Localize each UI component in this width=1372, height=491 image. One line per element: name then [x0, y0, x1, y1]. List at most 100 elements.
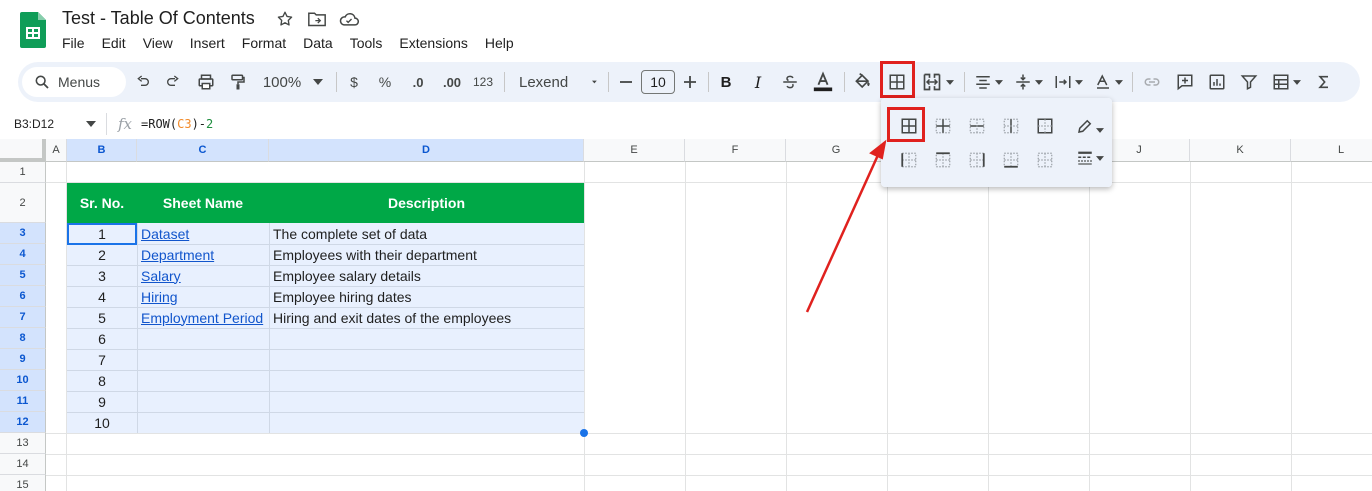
horizontal-align-button[interactable]: [970, 62, 1006, 102]
row-header-6[interactable]: 6: [0, 286, 46, 307]
inner-borders-option[interactable]: [931, 114, 955, 138]
border-style-option[interactable]: [1073, 146, 1107, 170]
menu-extensions[interactable]: Extensions: [399, 35, 467, 51]
strikethrough-button[interactable]: [779, 62, 801, 102]
row-header-8[interactable]: 8: [0, 328, 46, 349]
print-button[interactable]: [194, 62, 218, 102]
search-menus-input[interactable]: Menus: [22, 67, 126, 97]
bold-button[interactable]: B: [716, 62, 736, 102]
italic-button[interactable]: I: [748, 62, 768, 102]
bottom-border-option[interactable]: [999, 148, 1023, 172]
cell-d5[interactable]: Employee salary details: [269, 265, 584, 286]
cell-c7-link[interactable]: Employment Period: [137, 307, 269, 328]
row-header-10[interactable]: 10: [0, 370, 46, 391]
column-header-c[interactable]: C: [137, 139, 269, 162]
row-header-14[interactable]: 14: [0, 454, 46, 475]
horizontal-borders-option[interactable]: [965, 114, 989, 138]
increase-decimal-button[interactable]: .00: [437, 62, 467, 102]
menu-tools[interactable]: Tools: [350, 35, 383, 51]
document-title[interactable]: Test - Table Of Contents: [62, 8, 255, 29]
column-header-e[interactable]: E: [584, 139, 685, 162]
insert-link-button[interactable]: [1140, 62, 1164, 102]
percent-format-button[interactable]: %: [375, 62, 395, 102]
cell-d12[interactable]: [269, 412, 584, 433]
menu-insert[interactable]: Insert: [190, 35, 225, 51]
zoom-select[interactable]: 100%: [260, 62, 326, 102]
row-header-5[interactable]: 5: [0, 265, 46, 286]
formula-input[interactable]: =ROW(C3)-2: [141, 117, 213, 131]
row-header-1[interactable]: 1: [0, 162, 46, 183]
cell-c5-link[interactable]: Salary: [137, 265, 269, 286]
cell-b5[interactable]: 3: [67, 265, 137, 286]
cell-c11[interactable]: [137, 391, 269, 412]
redo-button[interactable]: [162, 62, 184, 102]
cell-d4[interactable]: Employees with their department: [269, 244, 584, 265]
cell-c4-link[interactable]: Department: [137, 244, 269, 265]
cell-b11[interactable]: 9: [67, 391, 137, 412]
outer-borders-option[interactable]: [1033, 114, 1057, 138]
cell-d11[interactable]: [269, 391, 584, 412]
vertical-borders-option[interactable]: [999, 114, 1023, 138]
insert-comment-button[interactable]: [1173, 62, 1197, 102]
merge-cells-button[interactable]: [918, 62, 958, 102]
cell-d10[interactable]: [269, 370, 584, 391]
row-header-13[interactable]: 13: [0, 433, 46, 454]
select-all-corner[interactable]: [0, 139, 46, 162]
row-header-15[interactable]: 15: [0, 475, 46, 491]
row-header-7[interactable]: 7: [0, 307, 46, 328]
row-header-12[interactable]: 12: [0, 412, 46, 433]
fill-handle[interactable]: [580, 429, 588, 437]
column-header-a[interactable]: A: [46, 139, 67, 162]
row-header-9[interactable]: 9: [0, 349, 46, 370]
font-size-input[interactable]: 10: [641, 70, 675, 94]
insert-chart-button[interactable]: [1205, 62, 1229, 102]
cloud-saved-icon[interactable]: [338, 9, 360, 29]
menu-data[interactable]: Data: [303, 35, 333, 51]
cell-d3[interactable]: The complete set of data: [269, 223, 584, 244]
decrease-font-size-button[interactable]: [616, 62, 636, 102]
cell-d6[interactable]: Employee hiring dates: [269, 286, 584, 307]
undo-button[interactable]: [132, 62, 154, 102]
top-border-option[interactable]: [931, 148, 955, 172]
cell-b12[interactable]: 10: [67, 412, 137, 433]
border-color-option[interactable]: [1073, 114, 1107, 138]
cell-c3-link[interactable]: Dataset: [137, 223, 269, 244]
column-header-g[interactable]: G: [786, 139, 887, 162]
menu-file[interactable]: File: [62, 35, 85, 51]
row-header-4[interactable]: 4: [0, 244, 46, 265]
cell-b10[interactable]: 8: [67, 370, 137, 391]
create-filter-button[interactable]: [1237, 62, 1261, 102]
cell-c9[interactable]: [137, 349, 269, 370]
left-border-option[interactable]: [897, 148, 921, 172]
cell-d7[interactable]: Hiring and exit dates of the employees: [269, 307, 584, 328]
row-header-2[interactable]: 2: [0, 183, 46, 223]
cell-d9[interactable]: [269, 349, 584, 370]
row-header-11[interactable]: 11: [0, 391, 46, 412]
text-rotation-button[interactable]: [1090, 62, 1126, 102]
cell-c10[interactable]: [137, 370, 269, 391]
cell-d8[interactable]: [269, 328, 584, 349]
cell-b4[interactable]: 2: [67, 244, 137, 265]
cell-c6-link[interactable]: Hiring: [137, 286, 269, 307]
functions-button[interactable]: [1312, 62, 1336, 102]
text-wrapping-button[interactable]: [1050, 62, 1086, 102]
move-folder-icon[interactable]: [306, 9, 328, 29]
sheets-logo-icon[interactable]: [20, 12, 46, 48]
table-header-sheet-name[interactable]: Sheet Name: [137, 183, 269, 223]
chevron-down-icon[interactable]: [86, 121, 96, 127]
right-border-option[interactable]: [965, 148, 989, 172]
cell-c8[interactable]: [137, 328, 269, 349]
cell-b7[interactable]: 5: [67, 307, 137, 328]
column-header-b[interactable]: B: [67, 139, 137, 162]
column-header-f[interactable]: F: [685, 139, 786, 162]
font-family-select[interactable]: Lexend: [515, 62, 597, 102]
table-header-description[interactable]: Description: [269, 183, 584, 223]
menu-format[interactable]: Format: [242, 35, 286, 51]
column-header-l[interactable]: L: [1291, 139, 1372, 162]
cell-b9[interactable]: 7: [67, 349, 137, 370]
name-box[interactable]: B3:D12: [14, 117, 54, 131]
decrease-decimal-button[interactable]: .0: [406, 62, 430, 102]
cell-b8[interactable]: 6: [67, 328, 137, 349]
row-header-3[interactable]: 3: [0, 223, 46, 244]
increase-font-size-button[interactable]: [680, 62, 700, 102]
